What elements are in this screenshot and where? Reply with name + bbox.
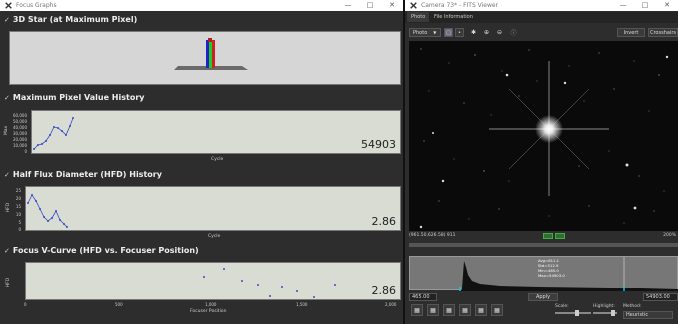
close-button[interactable]: ✕ (656, 0, 678, 11)
tab-photo[interactable]: Photo (407, 12, 430, 22)
vcurve-plot: 2.86 (25, 262, 401, 300)
stretch-log-icon[interactable]: ▦ (427, 304, 439, 316)
y-tick: 5 (18, 220, 21, 225)
highlight-label: Highlight: (593, 304, 615, 309)
scale-slider[interactable] (555, 312, 591, 314)
settings-icon[interactable]: ✱ (469, 28, 478, 37)
nav-left-icon[interactable] (543, 233, 553, 239)
fits-viewer-window: Camera 73* - FITS Viewer — □ ✕ Photo Fil… (405, 0, 678, 324)
y-tick: 20,000 (13, 137, 27, 142)
x-axis-label: Cycle (211, 157, 224, 162)
scale-label: Scale: (555, 304, 569, 309)
maxpix-header[interactable]: ✓ Maximum Pixel Value History (4, 93, 145, 102)
stretch-asinh-icon[interactable]: ▦ (459, 304, 471, 316)
mode-select-value: Photo (413, 29, 428, 36)
maximize-button[interactable]: □ (359, 0, 381, 11)
maxpix-line (33, 117, 74, 150)
section-title: Half Flux Diameter (HFD) History (12, 170, 162, 179)
invert-button[interactable]: Invert (617, 28, 645, 37)
hfd-plot: 2.86 (25, 186, 401, 231)
collapse-icon[interactable]: ✓ (4, 16, 10, 24)
fits-image[interactable] (409, 41, 678, 231)
low-level-input[interactable]: 465.00 (409, 293, 437, 301)
y-axis-label: HFD (6, 202, 12, 213)
crosshairs-button[interactable]: Crosshairs (648, 28, 678, 37)
x-tick: 0 (24, 302, 27, 307)
chevron-down-icon: ▼ (433, 30, 437, 35)
stretch-linear-icon[interactable]: ▦ (411, 304, 423, 316)
app-logo-icon (4, 2, 12, 10)
hfd-line (27, 194, 68, 228)
stat-max: Max=54903.0 (538, 273, 565, 278)
y-tick: 20 (15, 196, 21, 201)
histogram-stats: Avg=611.1 Std=512.9 Min=465.0 Max=54903.… (538, 258, 565, 278)
app-logo-icon (409, 2, 417, 10)
x-tick: 1,000 (205, 302, 217, 307)
stretch-auto-icon[interactable]: ▦ (491, 304, 503, 316)
x-tick: 500 (115, 302, 123, 307)
histogram-panel: Avg=611.1 Std=512.9 Min=465.0 Max=54903.… (409, 256, 678, 291)
zoom-level: 200% (663, 233, 676, 238)
y-tick: 50,000 (13, 119, 27, 124)
maxpix-plot: 54903 (31, 110, 401, 154)
vcurve-points (203, 268, 336, 298)
pan-tool-icon[interactable]: • (455, 28, 464, 37)
hfd-header[interactable]: ✓ Half Flux Diameter (HFD) History (4, 170, 162, 179)
y-axis-label: Max (4, 125, 10, 136)
window-title: Focus Graphs (16, 2, 57, 9)
x-axis-label: Focuser Position (190, 309, 227, 314)
star3d-plot (9, 31, 401, 85)
star-3d-render (174, 38, 248, 70)
x-tick: 2,000 (385, 302, 397, 307)
x-tick: 1,500 (296, 302, 308, 307)
section-title: Focus V-Curve (HFD vs. Focuser Position) (12, 246, 199, 255)
minimize-button[interactable]: — (612, 0, 634, 11)
info-icon[interactable]: ⓘ (509, 28, 518, 37)
section-title: Maximum Pixel Value History (12, 93, 145, 102)
section-title: 3D Star (at Maximum Pixel) (12, 15, 138, 24)
window-title: Camera 73* - FITS Viewer (421, 2, 499, 9)
y-tick: 0 (24, 149, 27, 154)
x-axis-label: Cycle (208, 234, 221, 239)
y-tick: 10,000 (13, 143, 27, 148)
method-select[interactable]: Heuristic (623, 311, 673, 319)
focus-titlebar: Focus Graphs — □ ✕ (0, 0, 403, 11)
star3d-header[interactable]: ✓ 3D Star (at Maximum Pixel) (4, 15, 137, 24)
vcurve-value: 2.86 (371, 284, 397, 297)
close-button[interactable]: ✕ (381, 0, 403, 11)
apply-button[interactable]: Apply (528, 293, 558, 301)
zoom-out-icon[interactable]: ⊖ (495, 28, 504, 37)
high-level-input[interactable]: 54903.00 (643, 293, 678, 301)
stretch-sqrt-icon[interactable]: ▦ (443, 304, 455, 316)
maximize-button[interactable]: □ (634, 0, 656, 11)
zoom-in-icon[interactable]: ⊕ (482, 28, 491, 37)
method-select-value: Heuristic (626, 312, 649, 318)
nav-right-icon[interactable] (555, 233, 565, 239)
y-tick: 25 (15, 188, 21, 193)
minimize-button[interactable]: — (337, 0, 359, 11)
highlight-slider-handle[interactable] (611, 310, 615, 316)
method-label: Method: (623, 304, 642, 309)
mode-select[interactable]: Photo ▼ (409, 28, 441, 37)
y-tick: 10 (15, 212, 21, 217)
star-field (419, 48, 669, 229)
collapse-icon[interactable]: ✓ (4, 94, 10, 102)
scale-slider-handle[interactable] (575, 310, 579, 316)
y-axis-label: HFD (6, 277, 12, 288)
fits-titlebar: Camera 73* - FITS Viewer — □ ✕ (405, 0, 678, 11)
focus-graphs-window: Focus Graphs — □ ✕ ✓ 3D Star (at Maximum… (0, 0, 403, 324)
stretch-hist-icon[interactable]: ▦ (475, 304, 487, 316)
cursor-coords: (961.50,626.58) 911 (409, 233, 456, 238)
tab-file-information[interactable]: File Information (430, 12, 477, 22)
collapse-icon[interactable]: ✓ (4, 247, 10, 255)
vcurve-header[interactable]: ✓ Focus V-Curve (HFD vs. Focuser Positio… (4, 246, 199, 255)
y-tick: 0 (18, 227, 21, 232)
hfd-value: 2.86 (371, 215, 397, 228)
max-pixel-value: 54903 (361, 138, 396, 151)
horizontal-scrollbar[interactable] (409, 243, 678, 247)
collapse-icon[interactable]: ✓ (4, 171, 10, 179)
select-tool-icon[interactable]: ▢ (444, 28, 453, 37)
y-tick: 60,000 (13, 113, 27, 118)
